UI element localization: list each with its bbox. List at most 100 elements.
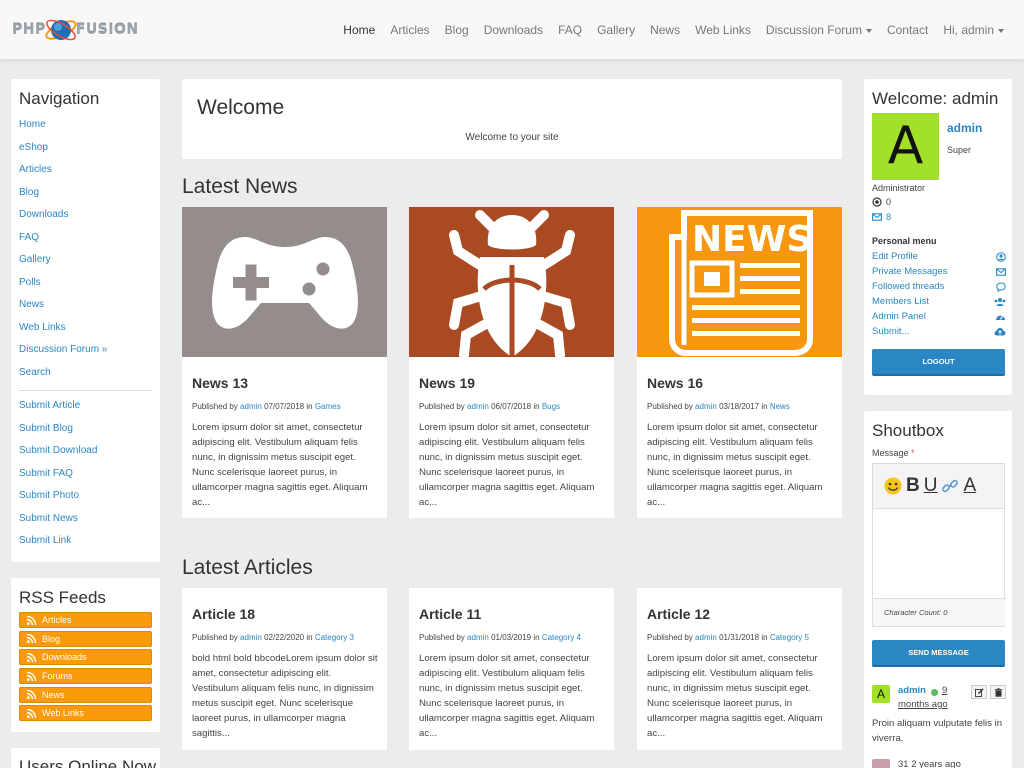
menu-downloads[interactable]: Downloads — [484, 23, 543, 37]
send-message-button[interactable]: SEND MESSAGE — [872, 640, 1005, 667]
menu-submit[interactable]: Submit... — [872, 324, 1006, 339]
menu-private-messages[interactable]: Private Messages — [872, 264, 1006, 279]
news-thumbnail[interactable] — [182, 207, 387, 357]
rss-downloads-button[interactable]: Downloads — [19, 649, 152, 666]
article-card[interactable]: Article 18 Published by admin 02/22/2020… — [182, 588, 387, 750]
menu-contact[interactable]: Contact — [887, 23, 928, 37]
author-link[interactable]: admin — [240, 633, 262, 642]
nav-link-faq[interactable]: FAQ — [19, 230, 152, 253]
nav-link-downloads[interactable]: Downloads — [19, 207, 152, 230]
article-title[interactable]: Article 12 — [647, 606, 710, 622]
personal-menu-list: Edit Profile Private Messages Followed t… — [872, 249, 1006, 339]
nav-link-web-links[interactable]: Web Links — [19, 320, 152, 343]
meta-published: Published by — [647, 402, 693, 411]
article-title[interactable]: Article 11 — [419, 606, 481, 622]
news-thumbnail[interactable] — [409, 207, 614, 357]
category-link[interactable]: Category 4 — [542, 633, 581, 642]
nav-link-submit-blog[interactable]: Submit Blog — [19, 421, 152, 444]
nav-link-news[interactable]: News — [19, 297, 152, 320]
menu-user[interactable]: Hi, admin — [943, 23, 1004, 37]
news-meta: Published by admin 07/07/2018 in Games — [192, 402, 341, 411]
article-body: bold html bold bbcodeLorem ipsum dolor s… — [192, 653, 378, 739]
menu-gallery[interactable]: Gallery — [597, 23, 635, 37]
author-link[interactable]: admin — [695, 633, 717, 642]
newspaper-icon: NEWS — [669, 210, 813, 356]
underline-icon[interactable]: U — [924, 475, 938, 497]
menu-web-links[interactable]: Web Links — [695, 23, 751, 37]
menu-articles[interactable]: Articles — [390, 23, 429, 37]
menu-members-list[interactable]: Members List — [872, 294, 1006, 309]
author-link[interactable]: admin — [695, 402, 717, 411]
nav-link-submit-faq[interactable]: Submit FAQ — [19, 466, 152, 489]
avatar[interactable] — [872, 759, 890, 768]
rss-web-links-button[interactable]: Web Links — [19, 705, 152, 722]
news-body: Lorem ipsum dolor sit amet, consectetur … — [419, 422, 595, 508]
category-link[interactable]: Bugs — [542, 402, 560, 411]
nav-link-submit-article[interactable]: Submit Article — [19, 398, 152, 421]
avatar[interactable]: A — [872, 685, 890, 703]
news-title[interactable]: News 13 — [192, 375, 248, 391]
menu-blog[interactable]: Blog — [445, 23, 469, 37]
rss-blog-button[interactable]: Blog — [19, 630, 152, 647]
logout-button[interactable]: LOGOUT — [872, 349, 1005, 376]
rss-label: Web Links — [42, 708, 84, 719]
nav-link-home[interactable]: Home — [19, 117, 152, 140]
trash-icon[interactable] — [990, 685, 1006, 699]
nav-link-submit-download[interactable]: Submit Download — [19, 443, 152, 466]
article-card[interactable]: Article 11 Published by admin 01/03/2019… — [409, 588, 614, 750]
menu-followed-threads[interactable]: Followed threads — [872, 279, 1006, 294]
news-title[interactable]: News 16 — [647, 375, 703, 391]
nav-link-submit-news[interactable]: Submit News — [19, 511, 152, 534]
news-title[interactable]: News 19 — [419, 375, 475, 391]
rss-news-button[interactable]: News — [19, 686, 152, 703]
article-body: Lorem ipsum dolor sit amet, consectetur … — [419, 653, 595, 739]
article-title[interactable]: Article 18 — [192, 606, 255, 622]
nav-link-discussion-forum[interactable]: Discussion Forum » — [19, 342, 152, 365]
author-link[interactable]: admin — [467, 633, 489, 642]
site-logo[interactable]: PHP FUSION — [12, 8, 139, 52]
shout-user-link[interactable]: admin — [898, 685, 926, 696]
menu-edit-profile[interactable]: Edit Profile — [872, 249, 1006, 264]
chevron-down-icon — [998, 28, 1004, 33]
menu-discussion-forum[interactable]: Discussion Forum — [766, 23, 872, 37]
gamepad-icon — [211, 237, 358, 329]
user-stat-messages[interactable]: 8 — [872, 212, 891, 222]
logo-text-left: PHP — [12, 22, 46, 38]
smiley-icon[interactable] — [884, 477, 902, 495]
nav-link-eshop[interactable]: eShop — [19, 140, 152, 163]
nav-link-search[interactable]: Search — [19, 365, 152, 388]
nav-link-articles[interactable]: Articles — [19, 162, 152, 185]
link-icon[interactable] — [941, 477, 959, 495]
avatar[interactable]: A — [872, 113, 939, 180]
message-label: Message * — [872, 448, 915, 458]
nav-link-gallery[interactable]: Gallery — [19, 252, 152, 275]
bold-icon[interactable]: B — [906, 475, 920, 497]
menu-home[interactable]: Home — [343, 23, 375, 37]
rss-articles-button[interactable]: Articles — [19, 612, 152, 628]
text-color-icon[interactable]: A — [963, 475, 976, 497]
menu-faq[interactable]: FAQ — [558, 23, 582, 37]
news-thumbnail[interactable]: NEWS — [637, 207, 842, 357]
nav-link-blog[interactable]: Blog — [19, 185, 152, 208]
article-card[interactable]: Article 12 Published by admin 01/31/2018… — [637, 588, 842, 750]
category-link[interactable]: Category 5 — [770, 633, 809, 642]
edit-icon[interactable] — [971, 685, 987, 699]
rss-forums-button[interactable]: Forums — [19, 668, 152, 685]
category-link[interactable]: Category 3 — [315, 633, 354, 642]
category-link[interactable]: News — [770, 402, 790, 411]
nav-link-submit-photo[interactable]: Submit Photo — [19, 488, 152, 511]
dot-circle-icon — [872, 197, 882, 207]
author-link[interactable]: admin — [240, 402, 262, 411]
author-link[interactable]: admin — [467, 402, 489, 411]
news-card[interactable]: News 19 Published by admin 06/07/2018 in… — [409, 207, 614, 518]
rss-icon — [27, 708, 36, 718]
nav-link-submit-link[interactable]: Submit Link — [19, 533, 152, 556]
news-card[interactable]: News 13 Published by admin 07/07/2018 in… — [182, 207, 387, 518]
user-name-link[interactable]: admin — [947, 121, 982, 135]
menu-followed-threads-label: Followed threads — [872, 281, 945, 292]
menu-admin-panel[interactable]: Admin Panel — [872, 309, 1006, 324]
category-link[interactable]: Games — [315, 402, 341, 411]
news-card[interactable]: NEWS News 16 Published by admin 03/18/20… — [637, 207, 842, 518]
nav-link-polls[interactable]: Polls — [19, 275, 152, 298]
menu-news[interactable]: News — [650, 23, 680, 37]
